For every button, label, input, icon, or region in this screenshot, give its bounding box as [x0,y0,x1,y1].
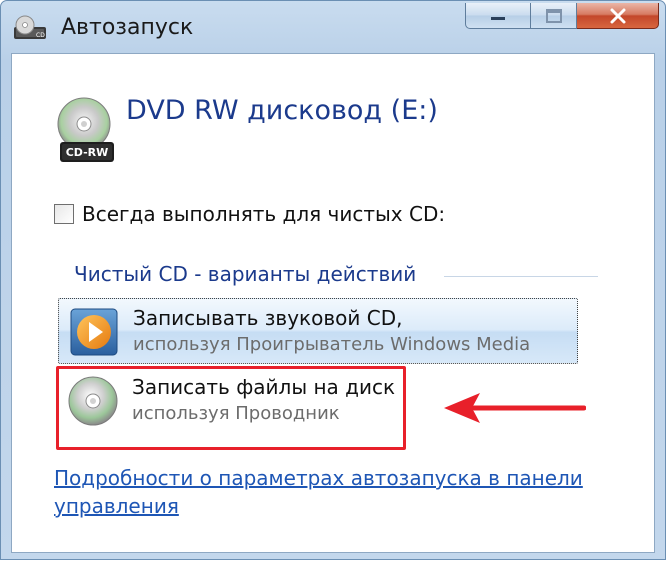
drive-title: DVD RW дисковод (E:) [126,95,438,126]
action-subtitle: используя Проигрыватель Windows Media [133,334,531,355]
group-divider [444,276,598,277]
window-title: Автозапуск [61,15,194,40]
annotation-arrow-icon [444,393,586,423]
action-burn-audio-cd[interactable]: Записывать звуковой CD, используя Проигр… [58,298,578,364]
group-header: Чистый CD - варианты действий [74,262,417,286]
svg-text:CD: CD [36,32,45,39]
autoplay-settings-link[interactable]: Подробности о параметрах автозапуска в п… [54,464,624,520]
annotation-highlight-box [56,366,406,450]
maximize-icon [545,8,562,23]
autoplay-window: CD Автозапуск CD-RW DVD RW дисковод (E:)… [0,0,666,560]
title-bar[interactable]: CD Автозапуск [1,1,665,53]
caption-buttons [465,3,659,31]
minimize-icon [491,16,505,20]
always-do-label: Всегда выполнять для чистых CD: [82,202,446,226]
cd-rw-disc-icon: CD-RW [57,97,114,162]
close-button[interactable] [577,3,659,29]
action-title: Записывать звуковой CD, [133,306,403,330]
always-do-option[interactable]: Всегда выполнять для чистых CD: [54,202,445,226]
always-do-checkbox[interactable] [54,204,74,224]
cd-rw-badge: CD-RW [66,146,109,159]
dialog-content: CD-RW DVD RW дисковод (E:) Всегда выполн… [11,53,655,553]
close-icon [610,8,625,23]
minimize-button[interactable] [465,3,531,29]
cd-drive-icon: CD [14,15,46,39]
maximize-button[interactable] [531,3,577,29]
windows-media-player-icon [70,308,118,356]
